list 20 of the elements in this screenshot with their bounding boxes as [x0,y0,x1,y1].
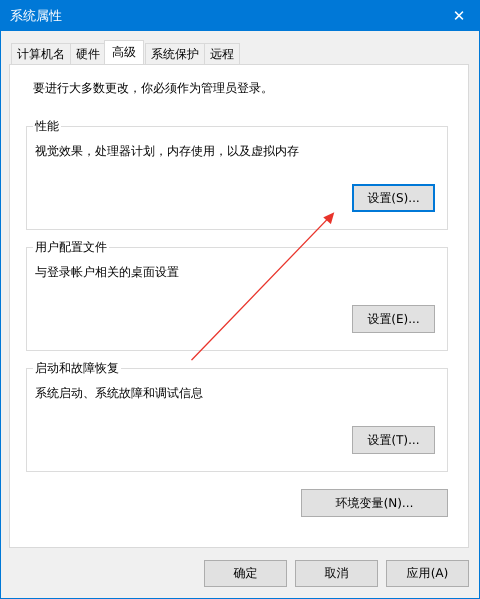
close-button[interactable]: ✕ [439,1,479,31]
settings-button[interactable]: 设置(E)... [352,305,435,333]
environment-variables-button[interactable]: 环境变量(N)... [301,489,448,517]
notice-text: 要进行大多数更改，你必须作为管理员登录。 [32,80,274,97]
tab[interactable]: 高级 [104,40,144,64]
dialog-button[interactable]: 取消 [295,560,378,587]
tab[interactable]: 系统保护 [145,43,205,64]
settings-button[interactable]: 设置(S)... [352,184,435,212]
window-title: 系统属性 [9,8,62,25]
group-description: 视觉效果，处理器计划，内存使用，以及虚拟内存 [35,143,300,160]
group-title: 启动和故障恢复 [33,360,121,377]
tab[interactable]: 计算机名 [11,43,71,64]
tab[interactable]: 远程 [204,43,240,64]
dialog-button[interactable]: 应用(A) [386,560,469,587]
settings-button[interactable]: 设置(T)... [352,426,435,454]
group-title: 用户配置文件 [33,239,109,256]
group-title: 性能 [33,118,61,135]
dialog-button[interactable]: 确定 [204,560,287,587]
group-description: 与登录帐户相关的桌面设置 [35,264,180,281]
group-description: 系统启动、系统故障和调试信息 [35,385,204,402]
